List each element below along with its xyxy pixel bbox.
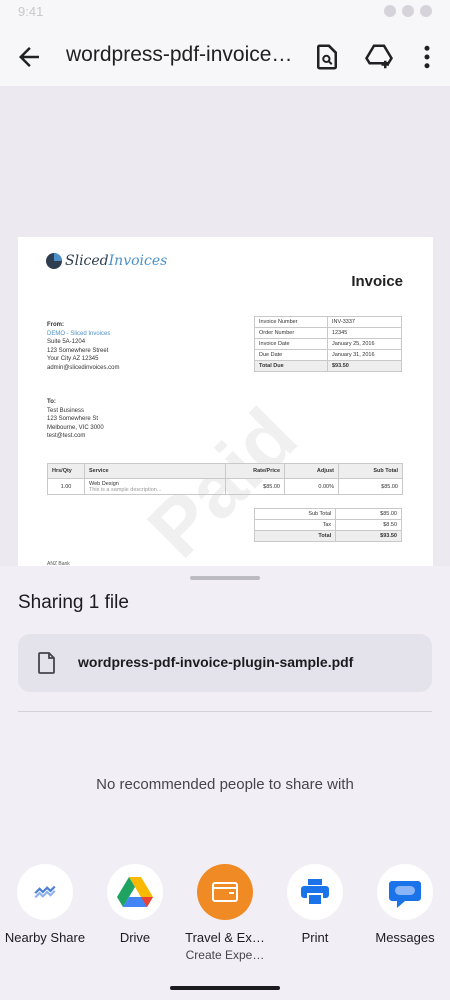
messages-icon: [389, 881, 421, 908]
nearby-share-icon: [34, 885, 56, 899]
line-items-table: Hrs/Qty Service Rate/Price Adjust Sub To…: [47, 463, 403, 495]
no-recommendations-text: No recommended people to share with: [96, 776, 354, 793]
status-time: 9:41: [18, 4, 44, 19]
navigation-handle[interactable]: [170, 986, 280, 990]
pdf-page: Paid SlicedInvoices Invoice From: DEMO -…: [18, 237, 433, 567]
status-bar: 9:41: [0, 0, 450, 26]
app-bar: wordpress-pdf-invoice-…: [0, 26, 450, 86]
shared-file-name: wordpress-pdf-invoice-plugin-sample.pdf: [78, 654, 354, 670]
share-target-travel-expense[interactable]: Travel & Ex… Create Expe…: [180, 864, 270, 962]
share-target-nearby-share[interactable]: Nearby Share: [0, 864, 90, 945]
from-address: From: DEMO - Sliced Invoices Suite 5A-12…: [47, 322, 120, 371]
back-arrow-icon[interactable]: [14, 42, 44, 72]
share-target-messages[interactable]: Messages: [360, 864, 450, 945]
logo-mark-icon: [46, 253, 62, 269]
drive-icon: [117, 877, 153, 907]
more-options-icon[interactable]: [412, 42, 442, 72]
share-target-drive[interactable]: Drive: [90, 864, 180, 945]
share-sheet: Sharing 1 file wordpress-pdf-invoice-plu…: [0, 566, 450, 1000]
file-icon: [38, 652, 55, 674]
invoice-heading: Invoice: [351, 273, 403, 290]
divider: [18, 711, 432, 712]
document-title: wordpress-pdf-invoice-…: [66, 43, 296, 66]
totals-table: Sub Total $85.00 Tax $8.50 Total $93.50: [253, 508, 402, 542]
wifi-icon: [384, 5, 396, 17]
sliced-invoices-logo: SlicedInvoices: [46, 253, 167, 269]
share-target-print[interactable]: Print: [270, 864, 360, 945]
shared-file-card: wordpress-pdf-invoice-plugin-sample.pdf: [18, 634, 432, 692]
status-icons: [384, 5, 432, 17]
sharing-title: Sharing 1 file: [18, 592, 129, 613]
battery-icon: [420, 5, 432, 17]
to-address: To: Test Business 123 Somewhere St Melbo…: [47, 399, 104, 439]
invoice-meta-table: Invoice Number INV-3337 Order Number 12345…: [254, 316, 402, 372]
pdf-viewer[interactable]: Paid SlicedInvoices Invoice From: DEMO -…: [0, 86, 450, 567]
drag-handle[interactable]: [190, 576, 260, 580]
travel-expense-icon: [212, 882, 238, 902]
signal-icon: [402, 5, 414, 17]
print-icon: [301, 879, 329, 906]
find-in-page-icon[interactable]: [312, 42, 342, 72]
save-to-drive-icon[interactable]: [364, 42, 394, 72]
share-targets: Nearby Share Drive Travel & Ex… Create E…: [0, 864, 450, 974]
